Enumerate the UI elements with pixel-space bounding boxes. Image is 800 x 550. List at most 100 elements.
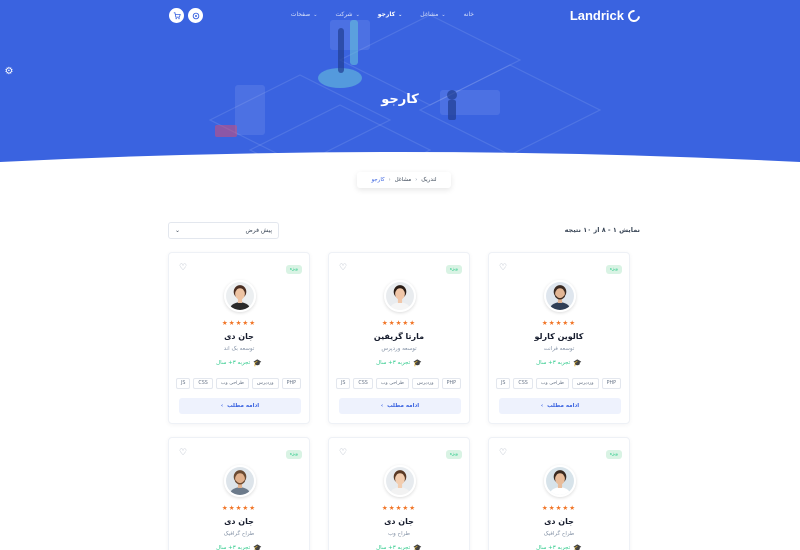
star-icon: ★ — [249, 504, 257, 512]
chevron-left-icon: › — [388, 177, 391, 183]
heart-icon[interactable]: ♡ — [499, 448, 507, 458]
experience: 🎓 تجربه ۳+ سال — [329, 544, 469, 550]
heart-icon[interactable]: ♡ — [179, 448, 187, 458]
skill-tag[interactable]: PHP — [601, 378, 621, 389]
experience-label: تجربه ۳+ سال — [376, 545, 411, 550]
skill-tag[interactable]: طراحی وب — [535, 378, 569, 389]
skill-tag[interactable]: طراحی وب — [215, 378, 249, 389]
featured-badge: ویژه — [605, 450, 622, 459]
candidate-card[interactable]: ویژه ♡ ★★★★★ کالوین کارلو توسعه فرانت 🎓 تجر… — [488, 252, 630, 424]
skill-tag[interactable]: CSS — [193, 378, 213, 389]
candidate-name[interactable]: جان دی — [329, 517, 469, 526]
graduation-cap-icon: 🎓 — [253, 544, 262, 550]
skill-tag[interactable]: CSS — [513, 378, 533, 389]
candidate-name[interactable]: کالوین کارلو — [489, 332, 629, 341]
star-icon: ★ — [569, 319, 577, 327]
candidate-card[interactable]: ویژه ♡ ★★★★★ جان دی طراح وب 🎓 تجربه ۳+ سال — [328, 437, 470, 550]
brand-logo[interactable]: Landrick — [569, 7, 643, 24]
skill-tag[interactable]: طراحی وب — [375, 378, 409, 389]
logo-mark-icon — [625, 7, 643, 24]
candidate-role: توسعه فرانت — [543, 346, 575, 352]
skill-tag[interactable]: JS — [175, 378, 191, 389]
star-icon: ★ — [541, 504, 549, 512]
featured-badge: ویژه — [285, 450, 302, 459]
featured-badge: ویژه — [285, 265, 302, 274]
experience: 🎓 تجربه ۳+ سال — [489, 359, 629, 367]
graduation-cap-icon: 🎓 — [573, 544, 582, 550]
graduation-cap-icon: 🎓 — [413, 544, 422, 550]
featured-badge: ویژه — [445, 450, 462, 459]
main-nav: خانه مشاغل ⌄ کارجو ⌄ شرکت ⌄ صفحات ⌄ — [291, 11, 474, 18]
star-icon: ★ — [409, 319, 417, 327]
chevron-left-icon: ‹ — [220, 403, 224, 409]
breadcrumb-item-jobs[interactable]: مشاغل — [395, 177, 412, 183]
graduation-cap-icon: 🎓 — [413, 359, 422, 367]
rating-stars: ★★★★★ — [489, 504, 629, 512]
heart-icon[interactable]: ♡ — [339, 263, 347, 273]
skill-tags: PHP وردپرس طراحی وب CSS JS — [495, 378, 621, 389]
read-more-button[interactable]: ادامه مطلب ‹ — [179, 398, 301, 414]
skill-tags: PHP وردپرس طراحی وب CSS JS — [175, 378, 301, 389]
skill-tag[interactable]: وردپرس — [251, 378, 279, 389]
chevron-down-icon: ⌄ — [175, 227, 181, 234]
breadcrumb-item-home[interactable]: لندریک — [421, 177, 436, 183]
candidate-card[interactable]: ویژه ♡ ★★★★★ جان دی طراح گرافیک 🎓 تجربه ۳+ … — [168, 437, 310, 550]
skill-tag[interactable]: PHP — [281, 378, 301, 389]
sort-select-value: پیش فرض — [245, 227, 272, 234]
nav-item-jobs[interactable]: مشاغل ⌄ — [420, 11, 445, 18]
chevron-down-icon: ⌄ — [441, 11, 446, 18]
candidate-role: طراح گرافیک — [543, 531, 575, 537]
star-icon: ★ — [381, 504, 389, 512]
skill-tags: PHP وردپرس طراحی وب CSS JS — [335, 378, 461, 389]
nav-item-home[interactable]: خانه — [464, 11, 474, 18]
skill-tag[interactable]: JS — [495, 378, 511, 389]
candidate-name[interactable]: مارتا گریفین — [329, 332, 469, 341]
rating-stars: ★★★★★ — [329, 319, 469, 327]
nav-item-label: صفحات — [290, 11, 311, 18]
candidate-card[interactable]: ویژه ♡ ★★★★★ جان دی توسعه بک اند 🎓 تجربه ۳+… — [168, 252, 310, 424]
candidate-card[interactable]: ویژه ♡ ★★★★★ جان دی طراح گرافیک 🎓 تجربه ۳+ … — [488, 437, 630, 550]
read-more-label: ادامه مطلب — [227, 403, 260, 409]
star-icon: ★ — [548, 504, 556, 512]
nav-item-pages[interactable]: صفحات ⌄ — [291, 11, 318, 18]
rating-stars: ★★★★★ — [169, 319, 309, 327]
skill-tag[interactable]: وردپرس — [571, 378, 599, 389]
nav-item-candidates[interactable]: کارجو ⌄ — [378, 11, 403, 18]
cart-icon[interactable] — [169, 8, 184, 23]
skill-tag[interactable]: وردپرس — [411, 378, 439, 389]
chevron-down-icon: ⌄ — [313, 11, 318, 18]
heart-icon[interactable]: ♡ — [339, 448, 347, 458]
star-icon: ★ — [548, 319, 556, 327]
settings-icon[interactable] — [188, 8, 203, 23]
experience: 🎓 تجربه ۳+ سال — [169, 359, 309, 367]
brand-name: Landrick — [569, 8, 624, 23]
settings-gear-icon[interactable]: ⚙ — [0, 62, 18, 80]
heart-icon[interactable]: ♡ — [499, 263, 507, 273]
rating-stars: ★★★★★ — [169, 504, 309, 512]
candidate-name[interactable]: جان دی — [489, 517, 629, 526]
nav-item-company[interactable]: شرکت ⌄ — [335, 11, 359, 18]
result-count: نمایش ۱ - ۸ از ۱۰ نتیجه — [564, 226, 640, 234]
graduation-cap-icon: 🎓 — [573, 359, 582, 367]
candidate-name[interactable]: جان دی — [169, 517, 309, 526]
breadcrumb-item-current: کارجو — [371, 177, 385, 183]
star-icon: ★ — [569, 504, 577, 512]
sort-select[interactable]: ⌄ پیش فرض — [168, 222, 279, 239]
skill-tag[interactable]: PHP — [441, 378, 461, 389]
skill-tag[interactable]: JS — [335, 378, 351, 389]
experience-label: تجربه ۳+ سال — [376, 360, 411, 366]
candidate-name[interactable]: جان دی — [169, 332, 309, 341]
candidate-card[interactable]: ویژه ♡ ★★★★★ مارتا گریفین توسعه وردپرس 🎓 تج… — [328, 252, 470, 424]
experience-label: تجربه ۳+ سال — [216, 545, 251, 550]
star-icon: ★ — [228, 319, 236, 327]
experience: 🎓 تجربه ۳+ سال — [329, 359, 469, 367]
graduation-cap-icon: 🎓 — [253, 359, 262, 367]
read-more-button[interactable]: ادامه مطلب ‹ — [499, 398, 621, 414]
avatar — [384, 280, 416, 312]
read-more-button[interactable]: ادامه مطلب ‹ — [339, 398, 461, 414]
skill-tag[interactable]: CSS — [353, 378, 373, 389]
candidate-role: طراح وب — [387, 531, 411, 537]
star-icon: ★ — [221, 504, 229, 512]
heart-icon[interactable]: ♡ — [179, 263, 187, 273]
avatar — [224, 465, 256, 497]
